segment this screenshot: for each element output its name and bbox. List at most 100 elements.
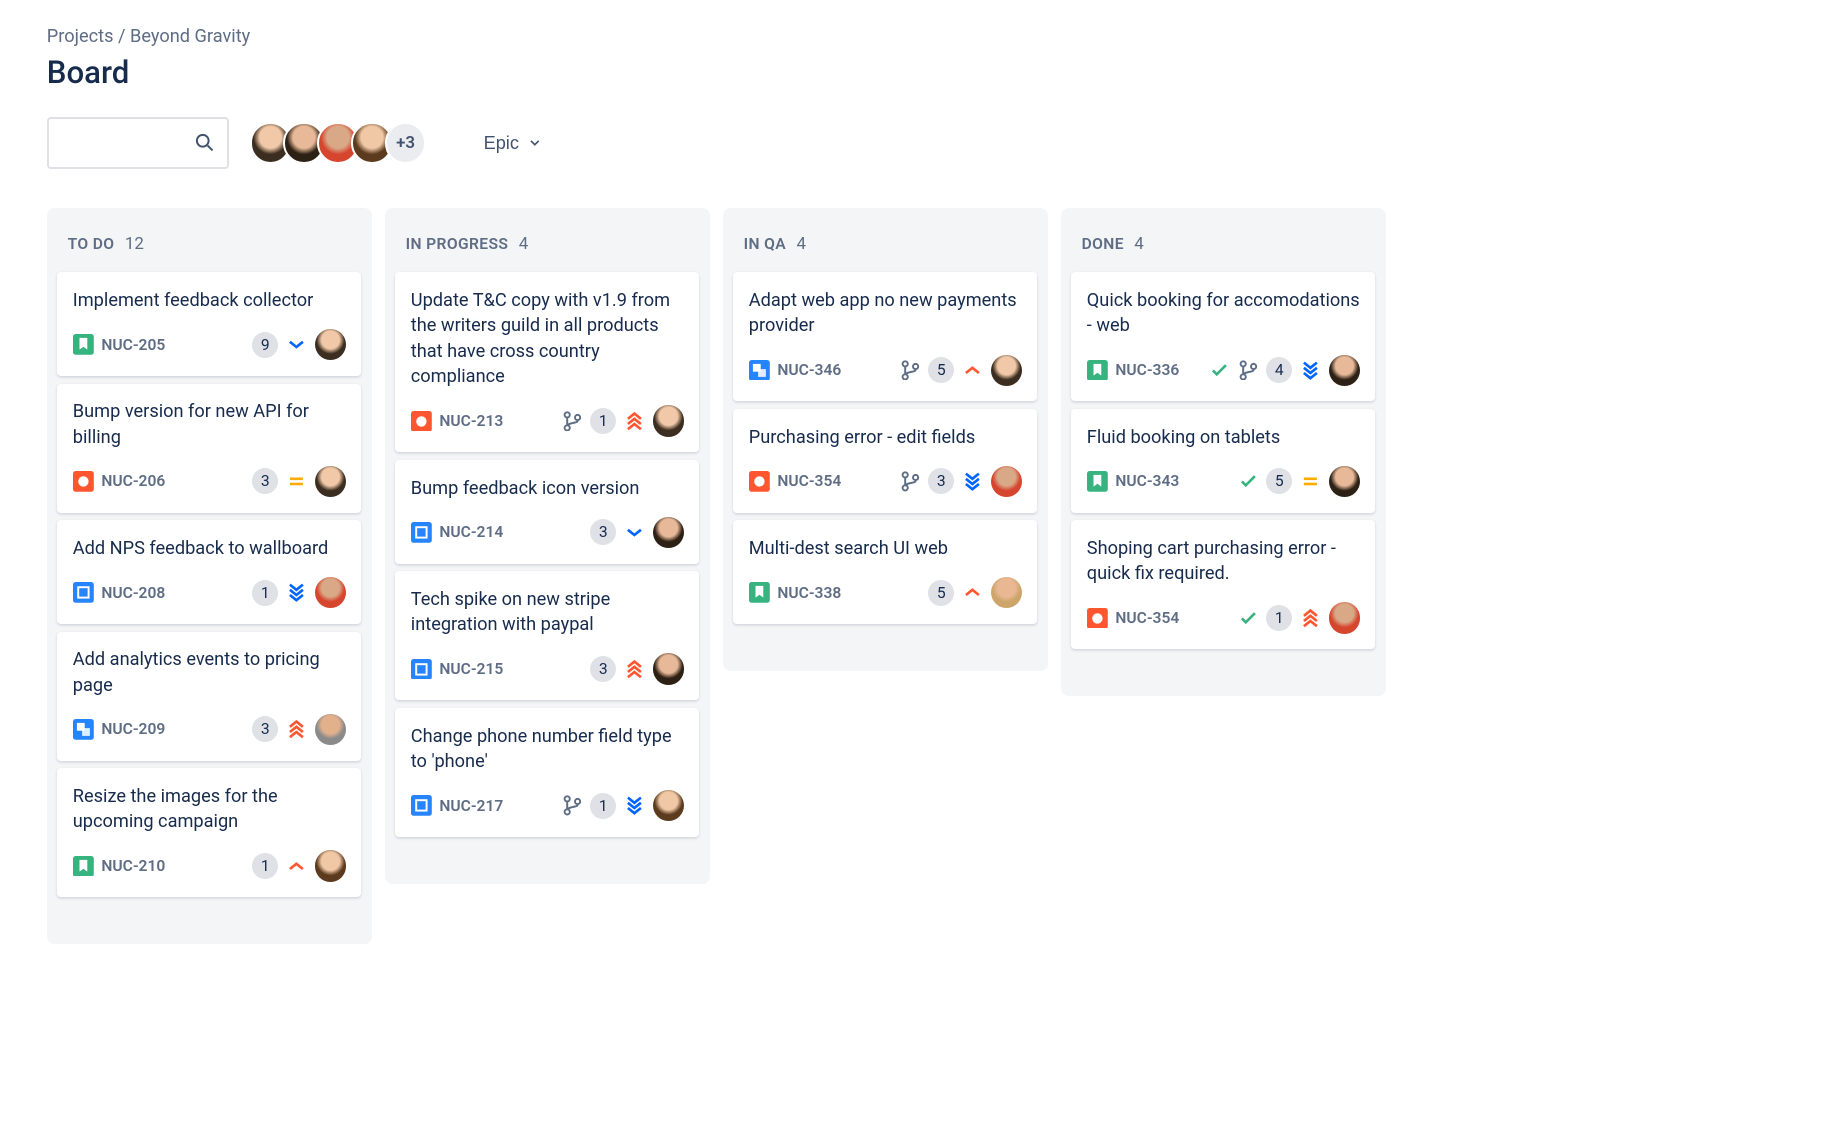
card[interactable]: Add analytics events to pricing page NUC… [57,632,361,761]
branch-icon [900,360,921,381]
priority-high-icon [962,582,983,603]
branch-icon [562,795,583,816]
chevron-down-icon [527,135,543,151]
card[interactable]: Resize the images for the upcoming campa… [57,768,361,897]
card[interactable]: Fluid booking on tablets NUC-3435 [1071,409,1375,512]
assignee-avatar[interactable] [653,653,684,684]
card-title: Bump feedback icon version [411,476,684,501]
issue-type-story-icon [1087,471,1108,492]
assignee-avatar[interactable] [653,790,684,821]
estimate-badge: 1 [252,853,278,879]
branch-icon [562,411,583,432]
column-title: TO DO [68,235,115,253]
card[interactable]: Add NPS feedback to wallboard NUC-2081 [57,520,361,623]
issue-key: NUC-205 [101,336,244,354]
issue-type-story-icon [73,334,94,355]
card[interactable]: Implement feedback collector NUC-205 9 [57,272,361,375]
assignee-avatar[interactable] [1329,602,1360,633]
issue-key: NUC-354 [777,472,891,490]
issue-type-task-icon [411,795,432,816]
issue-type-subtask-icon [749,360,770,381]
priority-high-icon [286,856,307,877]
card[interactable]: Multi-dest search UI web NUC-338 5 [733,520,1037,623]
breadcrumb-project-name[interactable]: Beyond Gravity [130,26,250,47]
card-title: Tech spike on new stripe integration wit… [411,587,684,638]
issue-key: NUC-213 [439,412,553,430]
assignee-avatar[interactable] [991,466,1022,497]
card[interactable]: Update T&C copy with v1.9 from the write… [395,272,699,452]
estimate-badge: 1 [1266,605,1292,631]
issue-key: NUC-343 [1115,472,1229,490]
card-title: Adapt web app no new payments provider [749,288,1022,339]
issue-key: NUC-214 [439,523,582,541]
issue-type-bug-icon [1087,608,1108,629]
priority-medium-icon [286,471,307,492]
column: DONE 4 Quick booking for accomodations -… [1061,208,1386,696]
card[interactable]: Bump feedback icon version NUC-2143 [395,460,699,563]
search-icon [193,131,216,154]
estimate-badge: 9 [252,332,278,358]
assignee-avatar[interactable] [653,405,684,436]
column: IN PROGRESS 4 Update T&C copy with v1.9 … [385,208,710,884]
branch-icon [900,471,921,492]
card[interactable]: Adapt web app no new payments provider N… [733,272,1037,401]
estimate-badge: 3 [928,468,954,494]
estimate-badge: 5 [928,357,954,383]
priority-high-icon [962,360,983,381]
estimate-badge: 3 [590,656,616,682]
card[interactable]: Quick booking for accomodations - web NU… [1071,272,1375,401]
epic-filter[interactable]: Epic [473,122,553,164]
column-count: 12 [125,234,144,254]
card-title: Fluid booking on tablets [1087,425,1360,450]
estimate-badge: 1 [590,793,616,819]
priority-highest-icon [286,719,307,740]
column-count: 4 [519,234,529,254]
issue-type-task-icon [411,659,432,680]
card[interactable]: Bump version for new API for billing NUC… [57,384,361,513]
issue-type-bug-icon [749,471,770,492]
assignee-avatar[interactable] [991,355,1022,386]
assignee-avatar[interactable] [315,577,346,608]
priority-highest-icon [1300,608,1321,629]
breadcrumb-projects[interactable]: Projects [47,26,114,47]
assignee-avatar[interactable] [1329,355,1360,386]
assignee-avatar[interactable] [315,714,346,745]
assignee-avatar[interactable] [315,466,346,497]
estimate-badge: 3 [252,468,278,494]
issue-key: NUC-217 [439,797,553,815]
issue-type-subtask-icon [73,719,94,740]
assignee-avatar[interactable] [653,517,684,548]
estimate-badge: 1 [590,408,616,434]
assignee-avatar[interactable] [991,577,1022,608]
column-title: DONE [1082,235,1124,253]
search-input[interactable] [89,133,193,154]
branch-icon [1238,360,1259,381]
card[interactable]: Change phone number field type to 'phone… [395,708,699,837]
assignee-avatar[interactable] [1329,466,1360,497]
card-title: Purchasing error - edit fields [749,425,1022,450]
estimate-badge: 4 [1266,357,1292,383]
done-check-icon [1238,471,1259,492]
card-title: Quick booking for accomodations - web [1087,288,1360,339]
card[interactable]: Purchasing error - edit fields NUC-354 3 [733,409,1037,512]
card-title: Resize the images for the upcoming campa… [73,784,346,835]
search-box[interactable] [47,117,229,169]
column-title: IN PROGRESS [406,235,509,253]
avatar-stack: +3 [250,122,427,164]
issue-key: NUC-338 [777,584,920,602]
column-count: 4 [1134,234,1144,254]
priority-low-icon [624,522,645,543]
avatar-more[interactable]: +3 [385,122,427,164]
issue-key: NUC-336 [1115,361,1201,379]
card[interactable]: Shoping cart purchasing error - quick fi… [1071,520,1375,649]
card-title: Implement feedback collector [73,288,346,313]
assignee-avatar[interactable] [315,329,346,360]
column-count: 4 [797,234,807,254]
issue-type-task-icon [411,522,432,543]
card-title: Multi-dest search UI web [749,536,1022,561]
card[interactable]: Tech spike on new stripe integration wit… [395,571,699,700]
assignee-avatar[interactable] [315,850,346,881]
estimate-badge: 5 [928,580,954,606]
board: TO DO 12 Implement feedback collector NU… [47,208,1848,944]
priority-lowest-icon [286,582,307,603]
